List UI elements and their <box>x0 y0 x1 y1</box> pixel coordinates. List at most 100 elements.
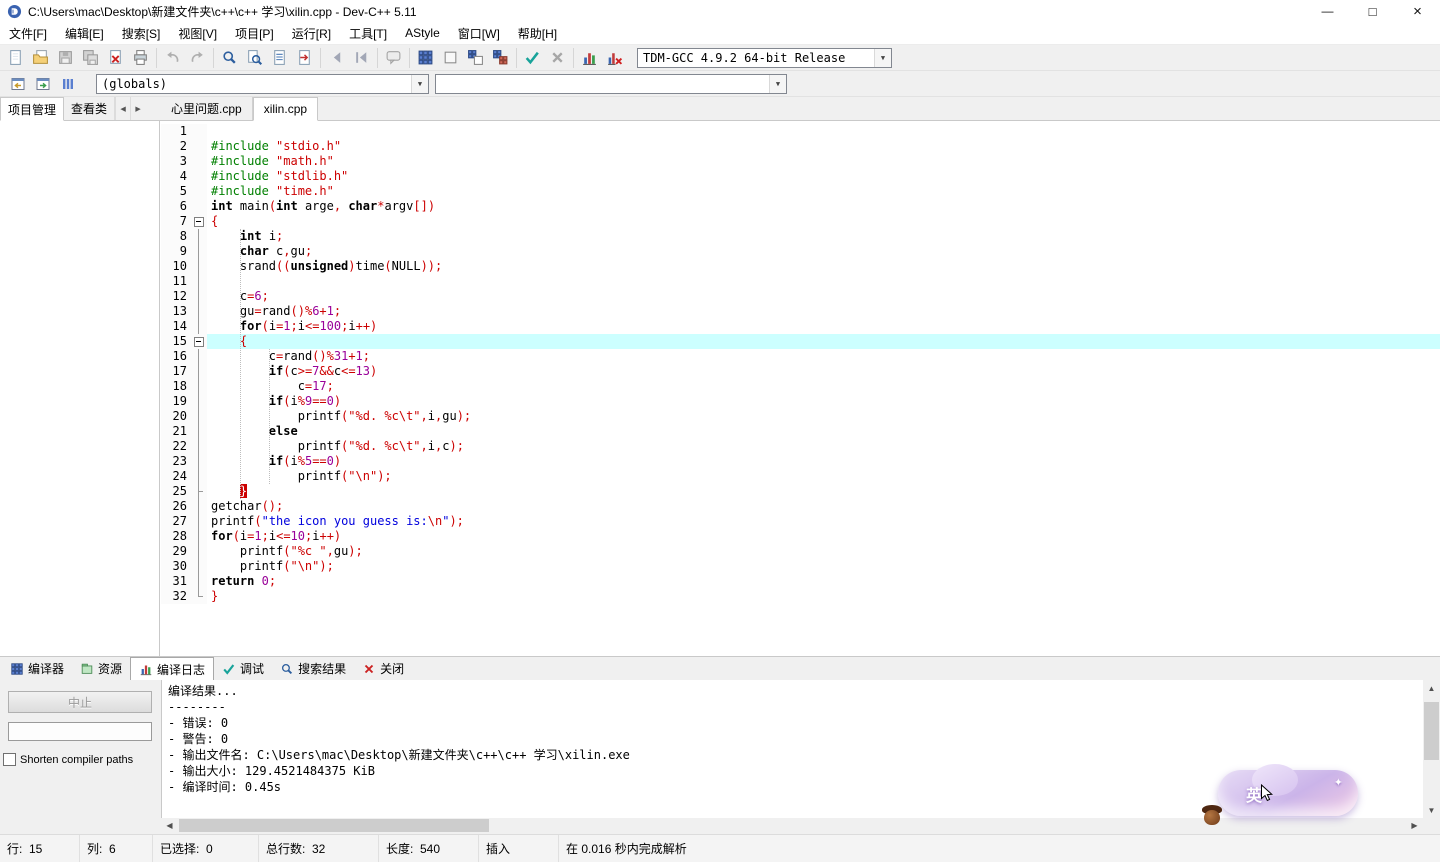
code-text[interactable]: return 0; <box>207 574 1440 589</box>
print-button[interactable] <box>128 46 153 70</box>
tab-class-viewer[interactable]: 查看类 <box>64 97 116 120</box>
code-text[interactable] <box>207 274 1440 289</box>
line-number[interactable]: 15 <box>161 334 191 349</box>
tab-scroll-left-button[interactable]: ◀ <box>115 97 130 120</box>
code-text[interactable]: #include "stdlib.h" <box>207 169 1440 184</box>
scrollbar-thumb[interactable] <box>179 819 489 832</box>
goto-line-button[interactable] <box>292 46 317 70</box>
find-in-files-button[interactable] <box>242 46 267 70</box>
tab-debug[interactable]: 调试 <box>214 657 272 680</box>
code-text[interactable]: c=17; <box>207 379 1440 394</box>
line-number[interactable]: 25 <box>161 484 191 499</box>
scroll-right-icon[interactable]: ▶ <box>1406 818 1423 833</box>
code-text[interactable]: srand((unsigned)time(NULL)); <box>207 259 1440 274</box>
menu-edit[interactable]: 编辑[E] <box>56 22 113 44</box>
code-text[interactable]: #include "math.h" <box>207 154 1440 169</box>
debug-button[interactable] <box>520 46 545 70</box>
line-number[interactable]: 22 <box>161 439 191 454</box>
line-number[interactable]: 27 <box>161 514 191 529</box>
next-editor-button[interactable] <box>30 72 55 96</box>
line-number[interactable]: 2 <box>161 139 191 154</box>
compile-run-button[interactable] <box>463 46 488 70</box>
line-number[interactable]: 5 <box>161 184 191 199</box>
tab-compiler[interactable]: 编译器 <box>2 657 72 680</box>
tab-project-manager[interactable]: 项目管理 <box>0 97 65 121</box>
code-text[interactable]: if(c>=7&&c<=13) <box>207 364 1440 379</box>
line-number[interactable]: 32 <box>161 589 191 604</box>
code-text[interactable]: printf("\n"); <box>207 469 1440 484</box>
code-text[interactable]: } <box>207 589 1440 604</box>
line-number[interactable]: 6 <box>161 199 191 214</box>
app-icon[interactable] <box>7 4 22 19</box>
code-text[interactable]: } <box>207 484 1440 499</box>
line-number[interactable]: 28 <box>161 529 191 544</box>
replace-button[interactable] <box>267 46 292 70</box>
line-number[interactable]: 17 <box>161 364 191 379</box>
code-text[interactable]: c=6; <box>207 289 1440 304</box>
line-number[interactable]: 4 <box>161 169 191 184</box>
scroll-up-icon[interactable]: ▲ <box>1423 680 1440 696</box>
menu-astyle[interactable]: AStyle <box>396 22 449 44</box>
code-text[interactable]: printf("\n"); <box>207 559 1440 574</box>
line-number[interactable]: 3 <box>161 154 191 169</box>
scroll-down-icon[interactable]: ▼ <box>1423 802 1440 818</box>
line-number[interactable]: 10 <box>161 259 191 274</box>
rebuild-all-button[interactable] <box>488 46 513 70</box>
compiler-select[interactable]: TDM-GCC 4.9.2 64-bit Release ▼ <box>637 47 892 68</box>
scrollbar-thumb[interactable] <box>1424 702 1439 760</box>
line-number[interactable]: 8 <box>161 229 191 244</box>
redo-button[interactable] <box>185 46 210 70</box>
editor-list-button[interactable] <box>55 72 80 96</box>
delete-profiling-button[interactable] <box>602 46 627 70</box>
menu-search[interactable]: 搜索[S] <box>113 22 170 44</box>
code-text[interactable]: #include "stdio.h" <box>207 139 1440 154</box>
tab-compile-log[interactable]: 编译日志 <box>130 657 215 680</box>
menu-run[interactable]: 运行[R] <box>283 22 340 44</box>
shorten-paths-checkbox[interactable] <box>3 753 16 766</box>
line-number[interactable]: 11 <box>161 274 191 289</box>
ime-status-widget[interactable]: 英 ✦ <box>1196 760 1371 834</box>
log-vertical-scrollbar[interactable]: ▲ ▼ <box>1423 680 1440 818</box>
find-button[interactable] <box>217 46 242 70</box>
line-number[interactable]: 12 <box>161 289 191 304</box>
profile-button[interactable] <box>577 46 602 70</box>
code-text[interactable]: int main(int arge, char*argv[]) <box>207 199 1440 214</box>
code-text[interactable]: gu=rand()%6+1; <box>207 304 1440 319</box>
code-text[interactable]: printf("%c ",gu); <box>207 544 1440 559</box>
code-text[interactable] <box>207 124 1440 139</box>
tab-close[interactable]: 关闭 <box>354 657 412 680</box>
compile-button[interactable] <box>413 46 438 70</box>
editor-tab-xinliwenti[interactable]: 心里问题.cpp <box>161 97 253 120</box>
tab-search-results[interactable]: 搜索结果 <box>272 657 354 680</box>
code-text[interactable]: int i; <box>207 229 1440 244</box>
save-all-button[interactable] <box>78 46 103 70</box>
line-number[interactable]: 7 <box>161 214 191 229</box>
run-button[interactable] <box>438 46 463 70</box>
line-number[interactable]: 20 <box>161 409 191 424</box>
menu-window[interactable]: 窗口[W] <box>449 22 509 44</box>
code-text[interactable]: printf("the icon you guess is:\n"); <box>207 514 1440 529</box>
menu-tools[interactable]: 工具[T] <box>340 22 396 44</box>
menu-view[interactable]: 视图[V] <box>169 22 226 44</box>
code-text[interactable]: char c,gu; <box>207 244 1440 259</box>
line-number[interactable]: 16 <box>161 349 191 364</box>
code-text[interactable]: #include "time.h" <box>207 184 1440 199</box>
line-number[interactable]: 9 <box>161 244 191 259</box>
line-number[interactable]: 24 <box>161 469 191 484</box>
line-number[interactable]: 14 <box>161 319 191 334</box>
code-text[interactable]: if(i%5==0) <box>207 454 1440 469</box>
code-text[interactable]: printf("%d. %c\t",i,c); <box>207 439 1440 454</box>
scroll-left-icon[interactable]: ◀ <box>161 818 178 833</box>
go-forward-button[interactable] <box>349 46 374 70</box>
abort-compilation-button[interactable] <box>545 46 570 70</box>
code-text[interactable]: getchar(); <box>207 499 1440 514</box>
menu-project[interactable]: 项目[P] <box>226 22 283 44</box>
tab-resources[interactable]: 资源 <box>72 657 130 680</box>
code-text[interactable]: for(i=1;i<=100;i++) <box>207 319 1440 334</box>
new-source-button[interactable] <box>3 46 28 70</box>
members-select[interactable]: ▼ <box>435 73 787 94</box>
code-text[interactable]: { <box>207 334 1440 349</box>
line-number[interactable]: 31 <box>161 574 191 589</box>
line-number[interactable]: 26 <box>161 499 191 514</box>
code-text[interactable]: c=rand()%31+1; <box>207 349 1440 364</box>
